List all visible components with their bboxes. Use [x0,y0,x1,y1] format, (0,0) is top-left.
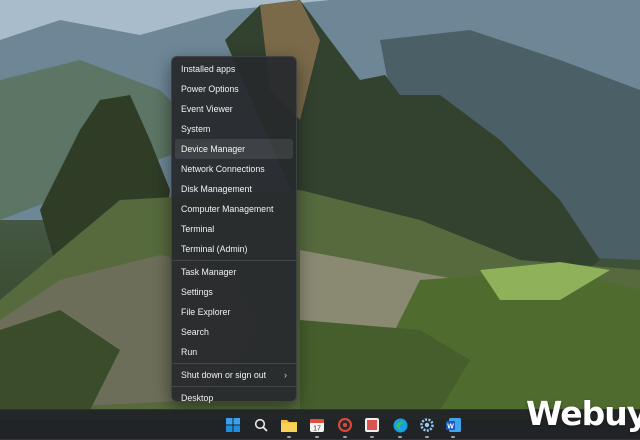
menu-item-installed-apps[interactable]: Installed apps [175,59,293,79]
media-icon[interactable] [335,415,355,438]
menu-item-power-options[interactable]: Power Options [175,79,293,99]
edge-browser-icon[interactable] [390,415,410,438]
mountain-scene [0,0,640,420]
word-icon[interactable]: W [443,415,463,438]
menu-item-search[interactable]: Search [175,322,293,342]
menu-item-settings[interactable]: Settings [175,282,293,302]
menu-item-network-connections[interactable]: Network Connections [175,159,293,179]
menu-item-label: Shut down or sign out [181,370,267,380]
watermark-text: Webuy [526,394,640,433]
windows-start-icon[interactable] [223,415,243,435]
menu-item-event-viewer[interactable]: Event Viewer [175,99,293,119]
webuy-watermark-logo: Webuy [526,394,640,433]
calendar-icon[interactable]: 17 [307,415,327,438]
desktop-wallpaper [0,0,640,439]
menu-item-computer-management[interactable]: Computer Management [175,199,293,219]
menu-item-system[interactable]: System [175,119,293,139]
menu-separator [172,260,296,261]
menu-item-run[interactable]: Run [175,342,293,362]
menu-item-file-explorer[interactable]: File Explorer [175,302,293,322]
menu-item-device-manager[interactable]: Device Manager [175,139,293,159]
search-icon[interactable] [251,415,271,435]
menu-item-terminal[interactable]: Terminal [175,219,293,239]
menu-item-disk-management[interactable]: Disk Management [175,179,293,199]
menu-item-terminal-admin[interactable]: Terminal (Admin) [175,239,293,259]
quick-link-context-menu: Installed apps Power Options Event Viewe… [171,56,297,403]
chevron-right-icon: › [284,370,287,380]
menu-item-task-manager[interactable]: Task Manager [175,262,293,282]
svg-text:17: 17 [313,426,321,433]
menu-separator [172,363,296,364]
menu-item-shut-down-or-sign-out[interactable]: Shut down or sign out › [175,365,293,385]
menu-item-desktop[interactable]: Desktop [175,388,293,408]
file-explorer-icon[interactable] [279,415,299,438]
menu-separator [172,386,296,387]
photos-icon[interactable] [362,415,382,438]
svg-text:W: W [447,423,454,430]
settings-icon[interactable] [417,415,437,438]
